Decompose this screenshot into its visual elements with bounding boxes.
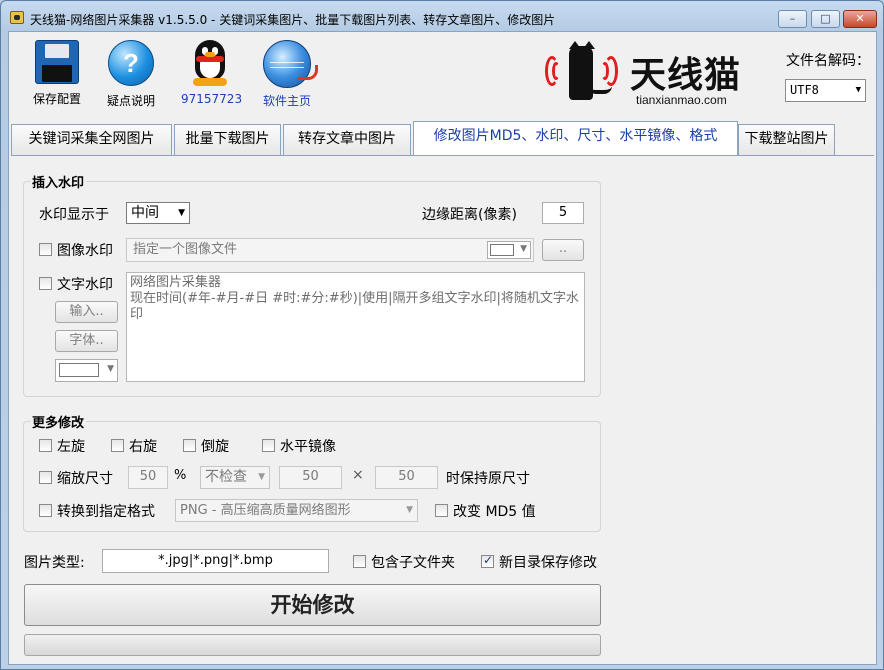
text-color-picker[interactable]: ▼ [55, 359, 118, 382]
watermark-position-label: 水印显示于 [39, 207, 109, 223]
modify-images-panel: 插入水印 水印显示于 中间 ▼ 边缘距离(像素) 5 图像水印 指定一个图像文件… [11, 155, 874, 664]
help-button[interactable]: ? 疑点说明 [103, 40, 159, 109]
watermark-group: 插入水印 水印显示于 中间 ▼ 边缘距离(像素) 5 图像水印 指定一个图像文件… [23, 172, 601, 397]
mirror-label: 水平镜像 [280, 439, 336, 455]
scale-label: 缩放尺寸 [57, 471, 113, 487]
filename-decode-select[interactable]: UTF8 ▼ [785, 79, 866, 102]
qq-penguin-icon [188, 40, 232, 88]
watermark-image-path-input[interactable]: 指定一个图像文件 [126, 238, 534, 262]
signal-wave-inner-right-icon [601, 62, 609, 80]
chevron-down-icon: ▼ [178, 208, 185, 218]
tab-site-download[interactable]: 下载整站图片 [738, 124, 835, 156]
brand-name: 天线猫 [630, 55, 742, 96]
more-modifications-legend: 更多修改 [30, 412, 87, 431]
color-swatch [59, 363, 99, 377]
watermark-legend: 插入水印 [30, 172, 87, 191]
new-directory-label: 新目录保存修改 [499, 555, 597, 571]
app-window: 天线猫-网络图片采集器 v1.5.5.0 - 关键词采集图片、批量下载图片列表、… [0, 0, 884, 670]
client-area: 保存配置 ? 疑点说明 97157723 软件主页 天线猫 tianxianma… [8, 31, 877, 665]
brand-logo: 天线猫 tianxianmao.com [542, 40, 742, 110]
minimize-button[interactable]: – [778, 10, 807, 28]
scale-percent-input[interactable]: 50 [128, 466, 168, 489]
rotate-right-label: 右旋 [129, 439, 157, 455]
browse-image-button[interactable]: .. [542, 239, 584, 261]
title-bar[interactable]: 天线猫-网络图片采集器 v1.5.5.0 - 关键词采集图片、批量下载图片列表、… [1, 1, 883, 31]
image-type-input[interactable]: *.jpg|*.png|*.bmp [102, 549, 329, 573]
cat-silhouette-icon [569, 41, 595, 100]
homepage-label: 软件主页 [262, 94, 311, 108]
globe-icon [263, 40, 318, 88]
chevron-down-icon: ▼ [258, 472, 265, 482]
tab-keyword-collect[interactable]: 关键词采集全网图片 [11, 124, 172, 156]
md5-checkbox[interactable] [435, 504, 448, 517]
mirror-checkbox[interactable] [262, 439, 275, 452]
tab-modify-images[interactable]: 修改图片MD5、水印、尺寸、水平镜像、格式 [413, 121, 738, 155]
times-sign: × [352, 467, 364, 483]
scale-check-select[interactable]: 不检查 ▼ [200, 466, 270, 489]
image-watermark-label: 图像水印 [57, 243, 113, 259]
maximize-button[interactable]: □ [811, 10, 840, 28]
floppy-disk-icon [35, 40, 79, 84]
image-color-picker[interactable]: ▼ [487, 241, 531, 259]
signal-wave-inner-left-icon [552, 62, 560, 80]
save-config-label: 保存配置 [32, 92, 81, 106]
start-modify-button[interactable]: 开始修改 [24, 584, 601, 626]
margin-distance-input[interactable]: 5 [542, 202, 584, 224]
qq-contact-button[interactable]: 97157723 [181, 40, 243, 106]
window-title: 天线猫-网络图片采集器 v1.5.5.0 - 关键词采集图片、批量下载图片列表、… [30, 13, 556, 27]
new-directory-checkbox[interactable] [481, 553, 494, 568]
convert-format-label: 转换到指定格式 [57, 504, 155, 520]
scale-width-input[interactable]: 50 [279, 466, 342, 489]
include-subfolders-checkbox[interactable] [353, 555, 366, 568]
scale-height-input[interactable]: 50 [375, 466, 438, 489]
format-select[interactable]: PNG - 高压缩高质量网络图形 ▼ [175, 499, 418, 522]
app-icon [10, 11, 24, 24]
chevron-down-icon: ▼ [406, 505, 413, 515]
convert-format-checkbox[interactable] [39, 504, 52, 517]
save-config-button[interactable]: 保存配置 [29, 40, 85, 107]
watermark-position-select[interactable]: 中间 ▼ [126, 202, 190, 224]
rotate-left-label: 左旋 [57, 439, 85, 455]
chevron-down-icon: ▼ [107, 364, 114, 374]
close-button[interactable]: ✕ [843, 10, 877, 28]
watermark-position-value: 中间 [131, 205, 159, 221]
flip-label: 倒旋 [201, 439, 229, 455]
format-value: PNG - 高压缩高质量网络图形 [180, 503, 351, 518]
text-watermark-label: 文字水印 [57, 277, 113, 293]
rotate-right-checkbox[interactable] [111, 439, 124, 452]
md5-label: 改变 MD5 值 [453, 504, 536, 520]
text-watermark-textarea[interactable]: 网络图片采集器 现在时间(#年-#月-#日 #时:#分:#秒)|使用|隔开多组文… [126, 272, 585, 382]
include-subfolders-label: 包含子文件夹 [371, 555, 455, 571]
font-button[interactable]: 字体.. [55, 330, 118, 352]
tab-batch-download[interactable]: 批量下载图片 [174, 124, 281, 156]
keep-size-label: 时保持原尺寸 [446, 471, 530, 487]
image-watermark-checkbox[interactable] [39, 243, 52, 256]
rotate-left-checkbox[interactable] [39, 439, 52, 452]
text-input-button[interactable]: 输入.. [55, 301, 118, 323]
text-watermark-checkbox[interactable] [39, 277, 52, 290]
qq-number-label: 97157723 [181, 92, 243, 106]
more-modifications-group: 更多修改 左旋 右旋 倒旋 水平镜像 缩放尺寸 50 % 不检查 ▼ 50 × [23, 412, 601, 532]
chevron-down-icon: ▼ [520, 244, 527, 254]
filename-decode-value: UTF8 [790, 83, 819, 97]
cat-tail-icon [588, 86, 612, 94]
color-swatch [490, 244, 514, 256]
filename-decode-label: 文件名解码： [786, 53, 870, 69]
tab-article-images[interactable]: 转存文章中图片 [283, 124, 411, 156]
flip-checkbox[interactable] [183, 439, 196, 452]
image-type-label: 图片类型: [24, 555, 85, 571]
chevron-down-icon: ▼ [855, 85, 861, 95]
help-icon: ? [108, 40, 154, 86]
brand-domain: tianxianmao.com [636, 93, 727, 107]
margin-distance-label: 边缘距离(像素) [422, 207, 517, 223]
scale-check-value: 不检查 [205, 469, 247, 485]
percent-sign: % [174, 468, 187, 483]
homepage-button[interactable]: 软件主页 [257, 40, 318, 109]
help-label: 疑点说明 [106, 94, 155, 108]
scale-checkbox[interactable] [39, 471, 52, 484]
progress-bar [24, 634, 601, 656]
